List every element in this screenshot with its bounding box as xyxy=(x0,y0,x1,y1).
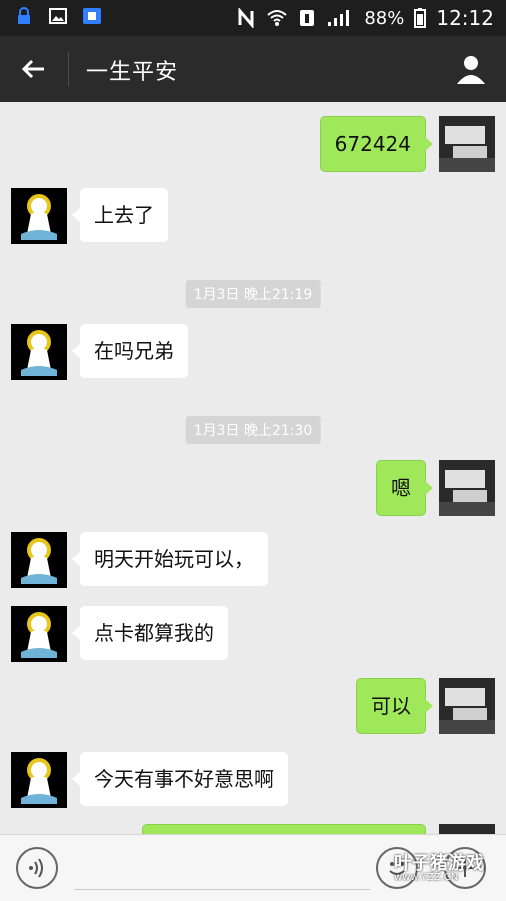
back-arrow-icon[interactable] xyxy=(18,53,50,85)
received-message-bubble[interactable]: 明天开始玩可以， xyxy=(72,532,268,586)
voice-input-button[interactable] xyxy=(16,847,58,889)
contact-avatar[interactable] xyxy=(11,188,67,244)
app-bar-divider xyxy=(68,52,69,86)
status-left-icons xyxy=(14,6,102,26)
chat-area[interactable]: 672424 上去了 1月3日 晚上21:19 在吗兄弟 1月3日 晚上21:3… xyxy=(0,102,506,834)
contact-avatar[interactable] xyxy=(11,606,67,662)
image-icon xyxy=(49,8,67,24)
message-input[interactable] xyxy=(74,853,370,890)
timestamp: 1月3日 晚上21:30 xyxy=(185,416,321,444)
4g-signal-icon xyxy=(328,10,350,26)
timestamp: 1月3日 晚上21:19 xyxy=(185,280,321,308)
wifi-icon xyxy=(267,10,288,26)
lock-icon xyxy=(18,7,30,24)
sent-message-bubble-partial[interactable] xyxy=(142,824,426,834)
watermark-text: 叶子猪游戏 xyxy=(394,853,484,874)
status-bar: 88% 12:12 xyxy=(0,0,506,36)
battery-icon xyxy=(414,8,427,28)
person-icon[interactable] xyxy=(454,52,488,86)
contact-avatar[interactable] xyxy=(11,752,67,808)
page-title: 一生平安 xyxy=(86,60,179,85)
sent-message-bubble[interactable]: 672424 xyxy=(319,116,434,172)
paste-app-icon xyxy=(83,8,101,24)
watermark: 叶子猪游戏 www.YZZ.CN xyxy=(394,849,484,883)
app-bar: 一生平安 xyxy=(0,36,506,102)
received-message-bubble[interactable]: 点卡都算我的 xyxy=(72,606,228,660)
sent-message-bubble[interactable]: 可以 xyxy=(356,678,433,734)
sent-message-bubble[interactable]: 嗯 xyxy=(376,460,433,516)
battery-percentage: 88% xyxy=(364,7,405,29)
received-message-bubble[interactable]: 在吗兄弟 xyxy=(72,324,188,378)
contact-avatar[interactable] xyxy=(11,532,67,588)
self-avatar[interactable] xyxy=(439,824,495,834)
received-message-bubble[interactable]: 上去了 xyxy=(72,188,168,242)
nfc-icon xyxy=(238,8,254,28)
sim-icon xyxy=(300,10,315,26)
self-avatar[interactable] xyxy=(439,116,495,172)
message-input-bar: 叶子猪游戏 www.YZZ.CN xyxy=(0,834,506,901)
received-message-bubble[interactable]: 今天有事不好意思啊 xyxy=(72,752,288,806)
contact-avatar[interactable] xyxy=(11,324,67,380)
status-right-icons: 88% 12:12 xyxy=(236,6,494,30)
self-avatar[interactable] xyxy=(439,678,495,734)
clock: 12:12 xyxy=(436,6,494,30)
self-avatar[interactable] xyxy=(439,460,495,516)
sound-wave-icon xyxy=(29,858,43,878)
